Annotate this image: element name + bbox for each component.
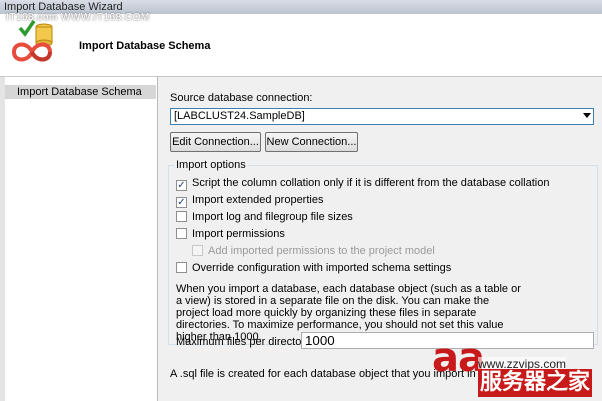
edit-connection-button[interactable]: Edit Connection...	[170, 132, 261, 152]
option-label: Add imported permissions to the project …	[208, 245, 435, 257]
source-connection-dropdown[interactable]: [LABCLUST24.SampleDB]	[170, 108, 594, 125]
checkbox-disabled	[192, 245, 203, 256]
option-label: Override configuration with imported sch…	[192, 262, 452, 274]
wizard-header: Import Database Schema	[0, 14, 602, 77]
database-wizard-icon	[11, 20, 53, 62]
watermark-text: 服务器之家	[478, 369, 593, 397]
option-import-permissions[interactable]: Import permissions	[176, 228, 285, 242]
checkbox-unchecked[interactable]	[176, 228, 187, 239]
new-connection-button[interactable]: New Connection...	[265, 132, 358, 152]
option-label: Import permissions	[192, 228, 285, 240]
source-connection-value: [LABCLUST24.SampleDB]	[174, 110, 305, 122]
option-label: Script the column collation only if it i…	[192, 177, 550, 189]
checkbox-unchecked[interactable]	[176, 211, 187, 222]
sidebar-item-import-database-schema[interactable]: Import Database Schema	[5, 85, 156, 99]
max-files-label: Maximum files per directory:	[176, 336, 314, 348]
checkbox-checked[interactable]: ✓	[176, 197, 187, 208]
option-add-permissions-to-model: Add imported permissions to the project …	[192, 245, 435, 259]
option-log-filegroup-sizes[interactable]: Import log and filegroup file sizes	[176, 211, 353, 225]
wizard-sidebar: Import Database Schema	[0, 77, 158, 401]
sidebar-item-label: Import Database Schema	[17, 86, 142, 98]
option-column-collation[interactable]: ✓ Script the column collation only if it …	[176, 177, 549, 191]
option-label: Import log and filegroup file sizes	[192, 211, 353, 223]
chevron-down-icon[interactable]	[583, 113, 591, 118]
footer-note: A .sql file is created for each database…	[170, 368, 476, 380]
source-connection-label: Source database connection:	[170, 92, 313, 104]
import-options-title: Import options	[174, 159, 248, 171]
option-label: Import extended properties	[192, 194, 324, 206]
checkbox-unchecked[interactable]	[176, 262, 187, 273]
checkbox-checked[interactable]: ✓	[176, 180, 187, 191]
top-watermark: IT168.com WWW.IT168.COM	[6, 12, 150, 23]
watermark-logo: aa	[432, 335, 485, 381]
sidebar-edge	[0, 77, 5, 401]
page-title: Import Database Schema	[79, 40, 211, 52]
option-override-configuration[interactable]: Override configuration with imported sch…	[176, 262, 451, 276]
main-panel: Source database connection: [LABCLUST24.…	[158, 77, 602, 401]
option-extended-properties[interactable]: ✓ Import extended properties	[176, 194, 323, 208]
